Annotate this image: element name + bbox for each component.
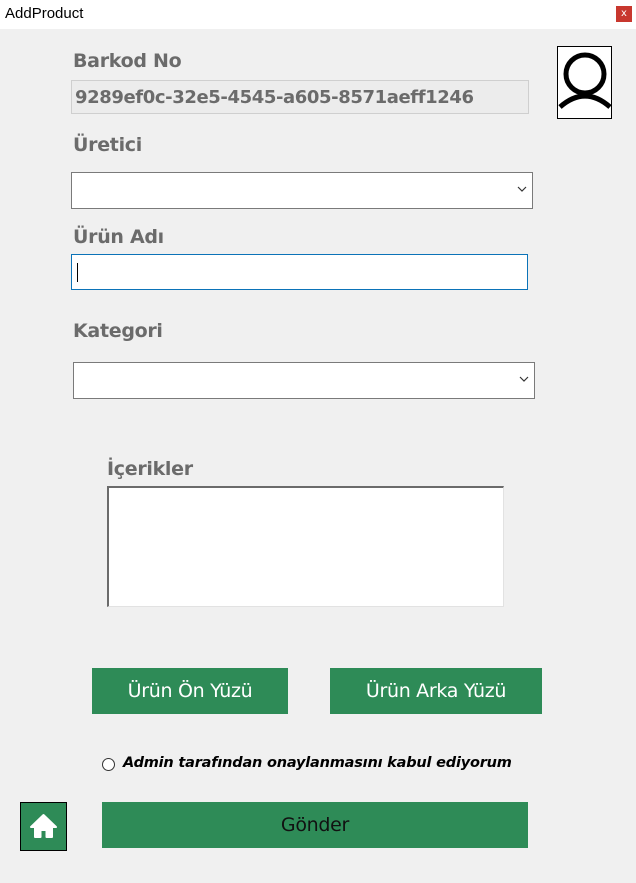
contents-label: İçerikler (107, 458, 193, 480)
contents-textarea[interactable] (107, 486, 504, 607)
close-icon: x (621, 8, 627, 19)
consent-label[interactable]: Admin tarafından onaylanmasını kabul edi… (123, 755, 512, 771)
user-avatar-icon (558, 52, 612, 109)
window-title: AddProduct (5, 5, 84, 22)
text-caret (77, 263, 78, 282)
category-label: Kategori (73, 320, 163, 342)
close-button[interactable]: x (616, 6, 632, 22)
chevron-down-icon (519, 376, 529, 382)
back-image-button[interactable]: Ürün Arka Yüzü (330, 668, 542, 714)
consent-radio[interactable] (102, 758, 115, 771)
home-icon (30, 814, 57, 838)
chevron-down-icon (517, 186, 527, 192)
barcode-value: 9289ef0c-32e5-4545-a605-8571aeff1246 (75, 87, 474, 108)
manufacturer-label: Üretici (73, 134, 142, 156)
home-button[interactable] (20, 802, 67, 851)
front-image-button[interactable]: Ürün Ön Yüzü (92, 668, 288, 714)
product-image-box[interactable] (557, 46, 612, 119)
manufacturer-select[interactable] (71, 172, 533, 209)
product-name-input[interactable] (71, 254, 528, 290)
barcode-label: Barkod No (73, 50, 182, 72)
category-select[interactable] (73, 362, 535, 399)
barcode-field: 9289ef0c-32e5-4545-a605-8571aeff1246 (71, 80, 529, 114)
product-name-label: Ürün Adı (73, 226, 164, 248)
title-bar: AddProduct x (0, 0, 636, 29)
submit-button[interactable]: Gönder (102, 802, 528, 848)
